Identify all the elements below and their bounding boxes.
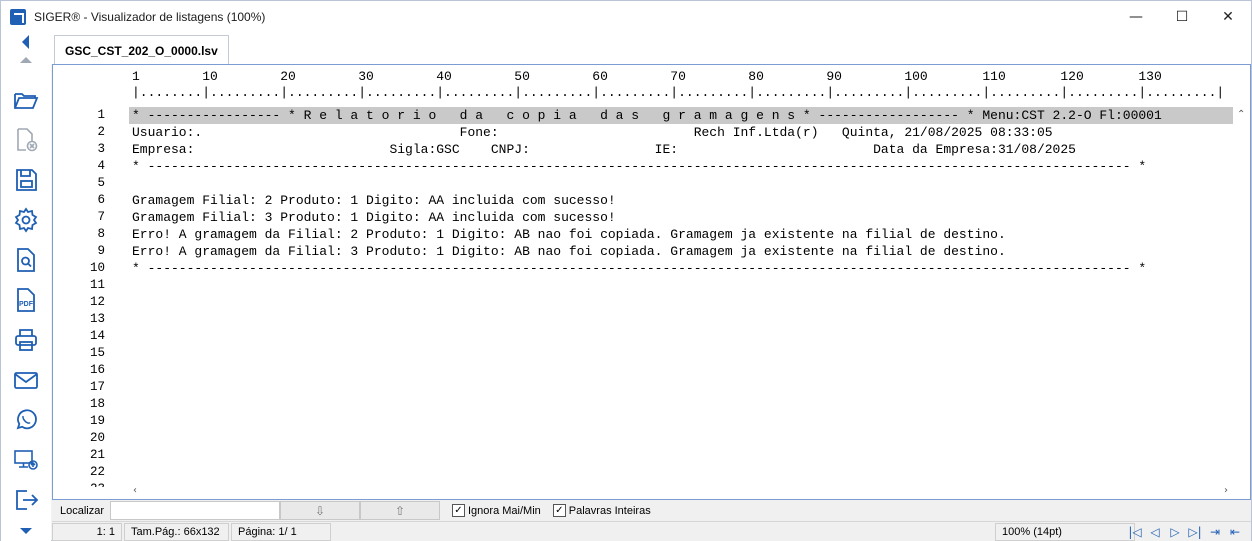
find-next-button[interactable]: ⇩	[280, 501, 360, 520]
printer-icon[interactable]	[12, 326, 40, 354]
app-window: SIGER® - Visualizador de listagens (100%…	[0, 0, 1252, 541]
zoom-level: 100% (14pt)	[995, 522, 1135, 541]
status-spacer	[333, 523, 993, 541]
ruler-ticks: |........|.........|.........|.........|…	[132, 85, 1225, 100]
side-toolbar: PDF	[1, 32, 51, 541]
tab-report-file[interactable]: GSC_CST_202_O_0000.lsv	[54, 35, 229, 65]
pdf-icon[interactable]: PDF	[12, 286, 40, 314]
vertical-scrollbar[interactable]: ⌃	[1233, 107, 1250, 487]
whatsapp-icon[interactable]	[12, 406, 40, 434]
report-text[interactable]: * ----------------- * R e l a t o r i o …	[129, 107, 1234, 487]
report-line-separator: * --------------------------------------…	[132, 261, 1147, 276]
email-icon[interactable]	[12, 366, 40, 394]
whole-words-label: Palavras Inteiras	[568, 504, 651, 517]
whole-words-check-icon[interactable]: ✓	[552, 504, 566, 517]
find-input[interactable]	[110, 501, 280, 520]
save-icon[interactable]	[12, 166, 40, 194]
ignore-case-checkbox[interactable]: ✓ Ignora Mai/Min	[452, 504, 541, 517]
search-document-icon[interactable]	[12, 246, 40, 274]
export-page-icon[interactable]: ⇥	[1205, 523, 1225, 541]
ruler-numbers: 1 10 20 30 40 50 60 70 80 90 100 110 120…	[132, 69, 1162, 84]
whole-words-checkbox[interactable]: ✓ Palavras Inteiras	[552, 504, 651, 517]
line-number: 11	[89, 278, 105, 292]
page-indicator: Página: 1/ 1	[231, 522, 331, 541]
line-number: 12	[89, 295, 105, 309]
line-number: 4	[97, 159, 105, 173]
maximize-button[interactable]: ☐	[1159, 1, 1205, 32]
find-label: Localizar	[60, 504, 105, 517]
ignore-case-label: Ignora Mai/Min	[468, 504, 541, 517]
report-line: Erro! A gramagem da Filial: 3 Produto: 1…	[132, 244, 1006, 259]
line-number: 20	[89, 431, 105, 445]
scroll-up-arrow-icon[interactable]: ⌃	[1237, 109, 1245, 120]
find-bar: Localizar ⇩ ⇧ ✓ Ignora Mai/Min ✓ Palavra…	[52, 500, 1251, 521]
last-page-icon[interactable]: ▷|	[1185, 523, 1205, 541]
line-number-gutter: 1 2 3 4 5 6 7 8 9 10 11 12 13 14 15 16 1…	[53, 107, 129, 487]
line-number: 7	[97, 210, 105, 224]
line-number: 17	[89, 380, 105, 394]
line-number: 22	[89, 465, 105, 479]
line-number: 19	[89, 414, 105, 428]
horizontal-scrollbar[interactable]: ‹ ›	[129, 485, 1234, 499]
line-number: 8	[97, 227, 105, 241]
report-line-user: Usuario:. Fone: Rech Inf.Ltda(r) Quinta,…	[132, 125, 1053, 140]
find-previous-button[interactable]: ⇧	[360, 501, 440, 520]
scroll-right-arrow-icon[interactable]: ›	[1224, 485, 1228, 496]
report-line-separator: * --------------------------------------…	[132, 159, 1147, 174]
cursor-position: 1: 1	[52, 522, 122, 541]
line-number: 9	[97, 244, 105, 258]
scroll-down-icon[interactable]	[12, 522, 40, 540]
tab-strip: GSC_CST_202_O_0000.lsv	[51, 32, 1251, 65]
line-number: 21	[89, 448, 105, 462]
first-page-icon[interactable]: |◁	[1125, 523, 1145, 541]
line-number: 15	[89, 346, 105, 360]
scroll-up-icon[interactable]	[12, 50, 40, 70]
report-viewer[interactable]: 1 10 20 30 40 50 60 70 80 90 100 110 120…	[52, 64, 1251, 500]
report-line-company: Empresa: Sigla:GSC CNPJ: IE: Data da Emp…	[132, 142, 1076, 157]
page-size: Tam.Pág.: 66x132	[124, 522, 229, 541]
open-folder-icon[interactable]	[12, 86, 40, 114]
next-page-icon[interactable]: ▷	[1165, 523, 1185, 541]
line-number: 13	[89, 312, 105, 326]
ignore-case-check-icon[interactable]: ✓	[452, 504, 465, 517]
line-number: 10	[89, 261, 105, 275]
line-number: 23	[65, 482, 105, 487]
line-number: 5	[97, 176, 105, 190]
line-number: 14	[89, 329, 105, 343]
title-bar: SIGER® - Visualizador de listagens (100%…	[1, 1, 1251, 32]
exit-icon[interactable]	[12, 486, 40, 514]
svg-text:PDF: PDF	[19, 301, 34, 308]
status-bar: 1: 1 Tam.Pág.: 66x132 Página: 1/ 1 100% …	[52, 521, 1251, 541]
line-number: 3	[97, 142, 105, 156]
close-button[interactable]: ✕	[1205, 1, 1251, 32]
remote-screen-icon[interactable]	[12, 446, 40, 474]
scroll-left-arrow-icon[interactable]: ‹	[133, 485, 137, 496]
column-ruler: 1 10 20 30 40 50 60 70 80 90 100 110 120…	[53, 65, 1234, 107]
line-number: 16	[89, 363, 105, 377]
minimize-button[interactable]: —	[1113, 1, 1159, 32]
report-line-header: * ----------------- * R e l a t o r i o …	[129, 107, 1233, 124]
report-line: Gramagem Filial: 2 Produto: 1 Digito: AA…	[132, 193, 616, 208]
window-controls: — ☐ ✕	[1113, 1, 1251, 32]
gear-icon[interactable]	[12, 206, 40, 234]
line-number: 1	[97, 108, 105, 122]
report-line: Gramagem Filial: 3 Produto: 1 Digito: AA…	[132, 210, 616, 225]
previous-page-icon[interactable]: ◁	[1145, 523, 1165, 541]
close-file-icon[interactable]	[12, 126, 40, 154]
line-number: 2	[97, 125, 105, 139]
window-title: SIGER® - Visualizador de listagens (100%…	[34, 9, 266, 24]
app-logo-icon	[10, 8, 26, 25]
import-page-icon[interactable]: ⇤	[1225, 523, 1245, 541]
line-number: 18	[89, 397, 105, 411]
line-number: 6	[97, 193, 105, 207]
page-navigation: |◁ ◁ ▷ ▷| ⇥ ⇤	[1125, 523, 1245, 541]
report-line: Erro! A gramagem da Filial: 2 Produto: 1…	[132, 227, 1006, 242]
